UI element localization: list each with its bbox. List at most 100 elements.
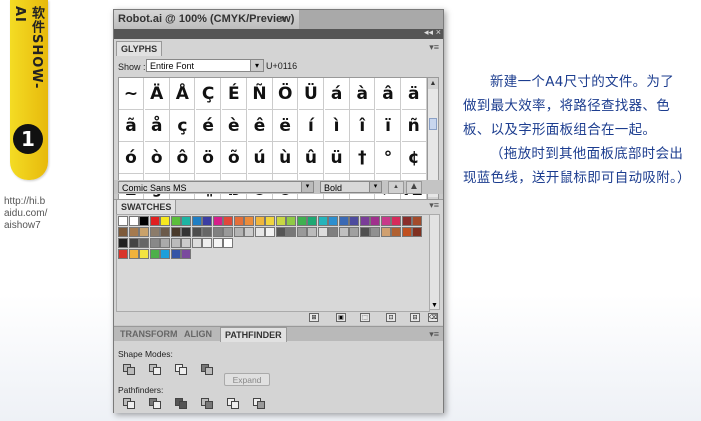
glyph-cell[interactable]: ¢ <box>401 142 427 174</box>
glyph-cell[interactable]: Ö <box>273 78 299 110</box>
swatch[interactable] <box>359 216 370 226</box>
swatch[interactable] <box>128 249 139 259</box>
swatch[interactable] <box>170 238 181 248</box>
glyph-cell[interactable]: ° <box>376 142 401 174</box>
swatch[interactable] <box>244 227 254 237</box>
chevron-down-icon[interactable]: ▾ <box>301 182 313 192</box>
swatch[interactable] <box>391 227 401 237</box>
swatch[interactable] <box>244 216 254 226</box>
scroll-thumb[interactable] <box>429 118 437 130</box>
glyph-cell[interactable]: ô <box>170 142 196 174</box>
swatch[interactable] <box>307 216 317 226</box>
swatch[interactable] <box>286 216 296 226</box>
glyph-cell[interactable]: † <box>350 142 376 174</box>
tab-align[interactable]: ALIGN <box>180 327 216 341</box>
swatch[interactable] <box>296 216 307 226</box>
glyph-cell[interactable]: ã <box>119 110 144 142</box>
swatch-scrollbar[interactable]: ▼ <box>429 214 440 310</box>
swatch[interactable] <box>170 249 181 259</box>
new-swatch-icon[interactable]: ⊟ <box>410 313 420 322</box>
glyph-cell[interactable]: ì <box>324 110 350 142</box>
swatch[interactable] <box>254 227 265 237</box>
glyph-cell[interactable]: û <box>298 142 324 174</box>
swatch[interactable] <box>296 227 307 237</box>
divide-button[interactable] <box>122 397 138 410</box>
swatch[interactable] <box>223 216 233 226</box>
swatch[interactable] <box>307 227 317 237</box>
swatch[interactable] <box>223 238 233 248</box>
swatch[interactable] <box>286 227 296 237</box>
swatch[interactable] <box>212 238 223 248</box>
swatch[interactable] <box>212 227 223 237</box>
tab-swatches[interactable]: SWATCHES <box>116 199 177 214</box>
glyph-cell[interactable]: é <box>196 110 222 142</box>
swatch[interactable] <box>412 227 422 237</box>
swatch[interactable] <box>149 216 160 226</box>
swatch[interactable] <box>181 227 191 237</box>
swatch[interactable] <box>359 227 370 237</box>
swatch[interactable] <box>139 249 149 259</box>
swatch[interactable] <box>128 216 139 226</box>
swatch[interactable] <box>328 227 338 237</box>
swatch[interactable] <box>160 216 170 226</box>
swatch-libraries-icon[interactable]: ⊞ <box>309 313 319 322</box>
glyph-cell[interactable]: î <box>350 110 376 142</box>
glyph-cell[interactable]: ù <box>273 142 299 174</box>
glyph-cell[interactable]: ç <box>170 110 196 142</box>
glyph-cell[interactable]: à <box>350 78 376 110</box>
glyph-cell[interactable]: Ä <box>144 78 170 110</box>
swatch[interactable] <box>181 238 191 248</box>
crop-button[interactable] <box>200 397 216 410</box>
glyph-cell[interactable]: ú <box>247 142 273 174</box>
show-kinds-icon[interactable]: ▣ <box>336 313 346 322</box>
merge-button[interactable] <box>174 397 190 410</box>
swatch[interactable] <box>149 249 160 259</box>
swatch[interactable] <box>412 216 422 226</box>
swatch[interactable] <box>160 227 170 237</box>
swatch[interactable] <box>275 227 286 237</box>
trim-button[interactable] <box>148 397 164 410</box>
swatch[interactable] <box>233 227 244 237</box>
glyph-cell[interactable]: á <box>324 78 350 110</box>
swatch[interactable] <box>139 227 149 237</box>
scroll-down-icon[interactable]: ▼ <box>431 302 438 309</box>
glyph-cell[interactable]: Ç <box>196 78 222 110</box>
swatch[interactable] <box>233 216 244 226</box>
glyph-cell[interactable]: ò <box>144 142 170 174</box>
glyph-cell[interactable]: â <box>376 78 401 110</box>
swatch[interactable] <box>202 216 212 226</box>
show-dropdown[interactable]: Entire Font ▾ <box>146 59 264 72</box>
glyph-cell[interactable]: õ <box>221 142 247 174</box>
swatch[interactable] <box>191 227 202 237</box>
panel-menu-icon[interactable]: ▾≡ <box>429 329 439 340</box>
zoom-out-icon[interactable]: ▲ <box>388 181 404 194</box>
swatch[interactable] <box>254 216 265 226</box>
swatch[interactable] <box>370 216 380 226</box>
swatch[interactable] <box>317 216 328 226</box>
glyph-cell[interactable]: ó <box>119 142 144 174</box>
zoom-in-icon[interactable]: ▲ <box>406 181 422 194</box>
tab-pathfinder[interactable]: PATHFINDER <box>220 327 287 342</box>
swatch[interactable] <box>139 238 149 248</box>
swatch[interactable] <box>401 227 412 237</box>
swatch[interactable] <box>328 216 338 226</box>
document-tab-title[interactable]: Robot.ai @ 100% (CMYK/Preview) <box>118 13 294 25</box>
intersect-button[interactable] <box>174 363 190 376</box>
glyph-cell[interactable]: ñ <box>401 110 427 142</box>
panel-menu-icon[interactable]: ▾≡ <box>429 200 439 211</box>
font-family-dropdown[interactable]: Comic Sans MS ▾ <box>118 181 314 193</box>
glyph-cell[interactable]: è <box>221 110 247 142</box>
glyph-cell[interactable]: Ü <box>298 78 324 110</box>
swatch[interactable] <box>128 238 139 248</box>
delete-swatch-icon[interactable]: ⌫ <box>428 313 438 322</box>
collapse-panels-icon[interactable]: ◂◂ <box>424 27 433 38</box>
swatch[interactable] <box>118 227 128 237</box>
close-dock-icon[interactable]: × <box>436 27 441 37</box>
unite-button[interactable] <box>122 363 138 376</box>
exclude-button[interactable] <box>200 363 216 376</box>
glyph-cell[interactable]: ~ <box>119 78 144 110</box>
swatch[interactable] <box>275 216 286 226</box>
swatch[interactable] <box>380 227 391 237</box>
swatch[interactable] <box>401 216 412 226</box>
swatch[interactable] <box>317 227 328 237</box>
